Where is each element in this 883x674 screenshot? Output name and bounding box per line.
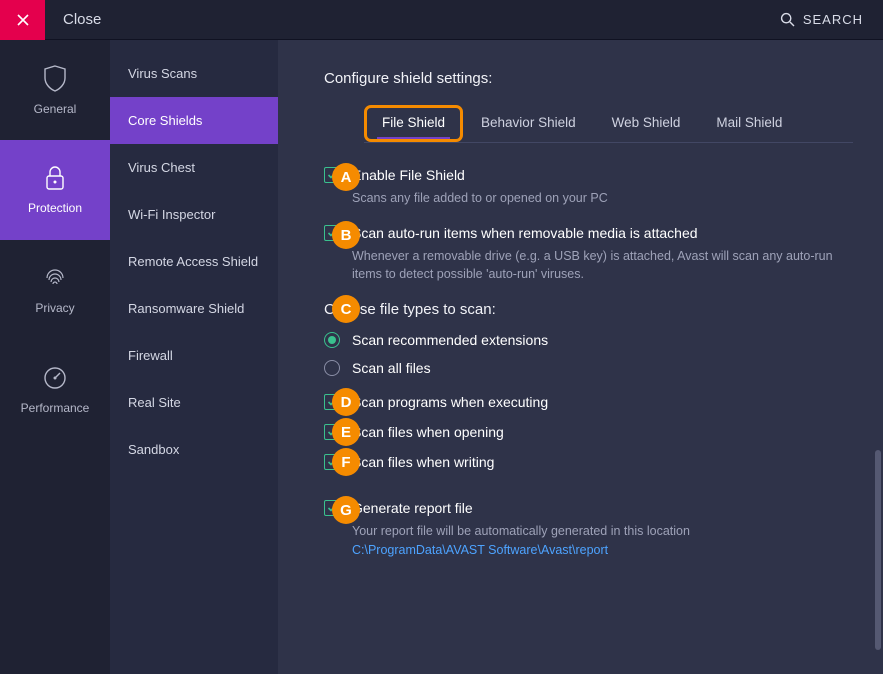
titlebar-left: Close: [0, 0, 101, 40]
radio-row-all: Scan all files: [324, 360, 853, 376]
close-label: Close: [63, 11, 101, 28]
shield-tabs: File Shield Behavior Shield Web Shield M…: [364, 105, 853, 143]
subnav-virus-chest[interactable]: Virus Chest: [110, 144, 278, 191]
annotation-d: D: [332, 388, 360, 416]
subnav-remote-access-shield[interactable]: Remote Access Shield: [110, 238, 278, 285]
page-title: Configure shield settings:: [324, 70, 853, 87]
annotation-e: E: [332, 418, 360, 446]
report-desc-text: Your report file will be automatically g…: [352, 524, 690, 538]
option-description: Whenever a removable drive (e.g. a USB k…: [352, 247, 853, 283]
subnav-core-shields[interactable]: Core Shields: [110, 97, 278, 144]
tab-behavior-shield[interactable]: Behavior Shield: [463, 105, 594, 142]
titlebar: Close SEARCH: [0, 0, 883, 40]
option-scan-writing: Scan files when writing: [324, 454, 853, 470]
nav-protection[interactable]: Protection: [0, 140, 110, 240]
nav-general[interactable]: General: [0, 40, 110, 140]
option-label: Generate report file: [352, 500, 473, 516]
close-button[interactable]: [0, 0, 45, 40]
report-path-link[interactable]: C:\ProgramData\AVAST Software\Avast\repo…: [352, 543, 608, 557]
option-scan-autorun: Scan auto-run items when removable media…: [324, 225, 853, 283]
option-description: Scans any file added to or opened on you…: [352, 189, 853, 207]
option-scan-opening: Scan files when opening: [324, 424, 853, 440]
section-choose-types: Choose file types to scan:: [324, 301, 853, 318]
nav-label: Privacy: [35, 301, 74, 315]
sub-nav: Virus Scans Core Shields Virus Chest Wi-…: [110, 40, 278, 674]
scrollbar[interactable]: [875, 450, 881, 650]
option-generate-report: Generate report file Your report file wi…: [324, 500, 853, 558]
nav-privacy[interactable]: Privacy: [0, 240, 110, 340]
content-pane: Configure shield settings: File Shield B…: [278, 40, 883, 674]
shield-icon: [43, 64, 67, 92]
nav-label: General: [34, 102, 77, 116]
subnav-sandbox[interactable]: Sandbox: [110, 426, 278, 473]
main-layout: General Protection Privacy Performance V…: [0, 40, 883, 674]
annotation-f: F: [332, 448, 360, 476]
option-label: Scan auto-run items when removable media…: [352, 225, 698, 241]
search-label: SEARCH: [803, 12, 863, 27]
search-button[interactable]: SEARCH: [780, 12, 883, 27]
fingerprint-icon: [42, 265, 68, 291]
subnav-real-site[interactable]: Real Site: [110, 379, 278, 426]
option-label: Scan programs when executing: [352, 394, 548, 410]
annotation-a: A: [332, 163, 360, 191]
subnav-firewall[interactable]: Firewall: [110, 332, 278, 379]
radio-label: Scan all files: [352, 360, 431, 376]
option-label: Scan files when writing: [352, 454, 494, 470]
radio-row-recommended: Scan recommended extensions: [324, 332, 853, 348]
lock-icon: [44, 165, 66, 191]
option-description: Your report file will be automatically g…: [352, 522, 853, 558]
option-label: Scan files when opening: [352, 424, 504, 440]
gauge-icon: [42, 365, 68, 391]
tab-mail-shield[interactable]: Mail Shield: [698, 105, 800, 142]
option-label: Enable File Shield: [352, 167, 465, 183]
annotation-b: B: [332, 221, 360, 249]
left-nav: General Protection Privacy Performance: [0, 40, 110, 674]
tab-file-shield[interactable]: File Shield: [364, 105, 463, 142]
nav-label: Protection: [28, 201, 82, 215]
option-enable-file-shield: Enable File Shield Scans any file added …: [324, 167, 853, 207]
tab-web-shield[interactable]: Web Shield: [594, 105, 699, 142]
radio-scan-all[interactable]: [324, 360, 340, 376]
annotation-c: C: [332, 295, 360, 323]
radio-scan-recommended[interactable]: [324, 332, 340, 348]
search-icon: [780, 12, 795, 27]
subnav-virus-scans[interactable]: Virus Scans: [110, 50, 278, 97]
subnav-ransomware-shield[interactable]: Ransomware Shield: [110, 285, 278, 332]
radio-label: Scan recommended extensions: [352, 332, 548, 348]
subnav-wifi-inspector[interactable]: Wi-Fi Inspector: [110, 191, 278, 238]
nav-performance[interactable]: Performance: [0, 340, 110, 440]
nav-label: Performance: [21, 401, 90, 415]
option-scan-executing: Scan programs when executing: [324, 394, 853, 410]
close-icon: [16, 13, 30, 27]
